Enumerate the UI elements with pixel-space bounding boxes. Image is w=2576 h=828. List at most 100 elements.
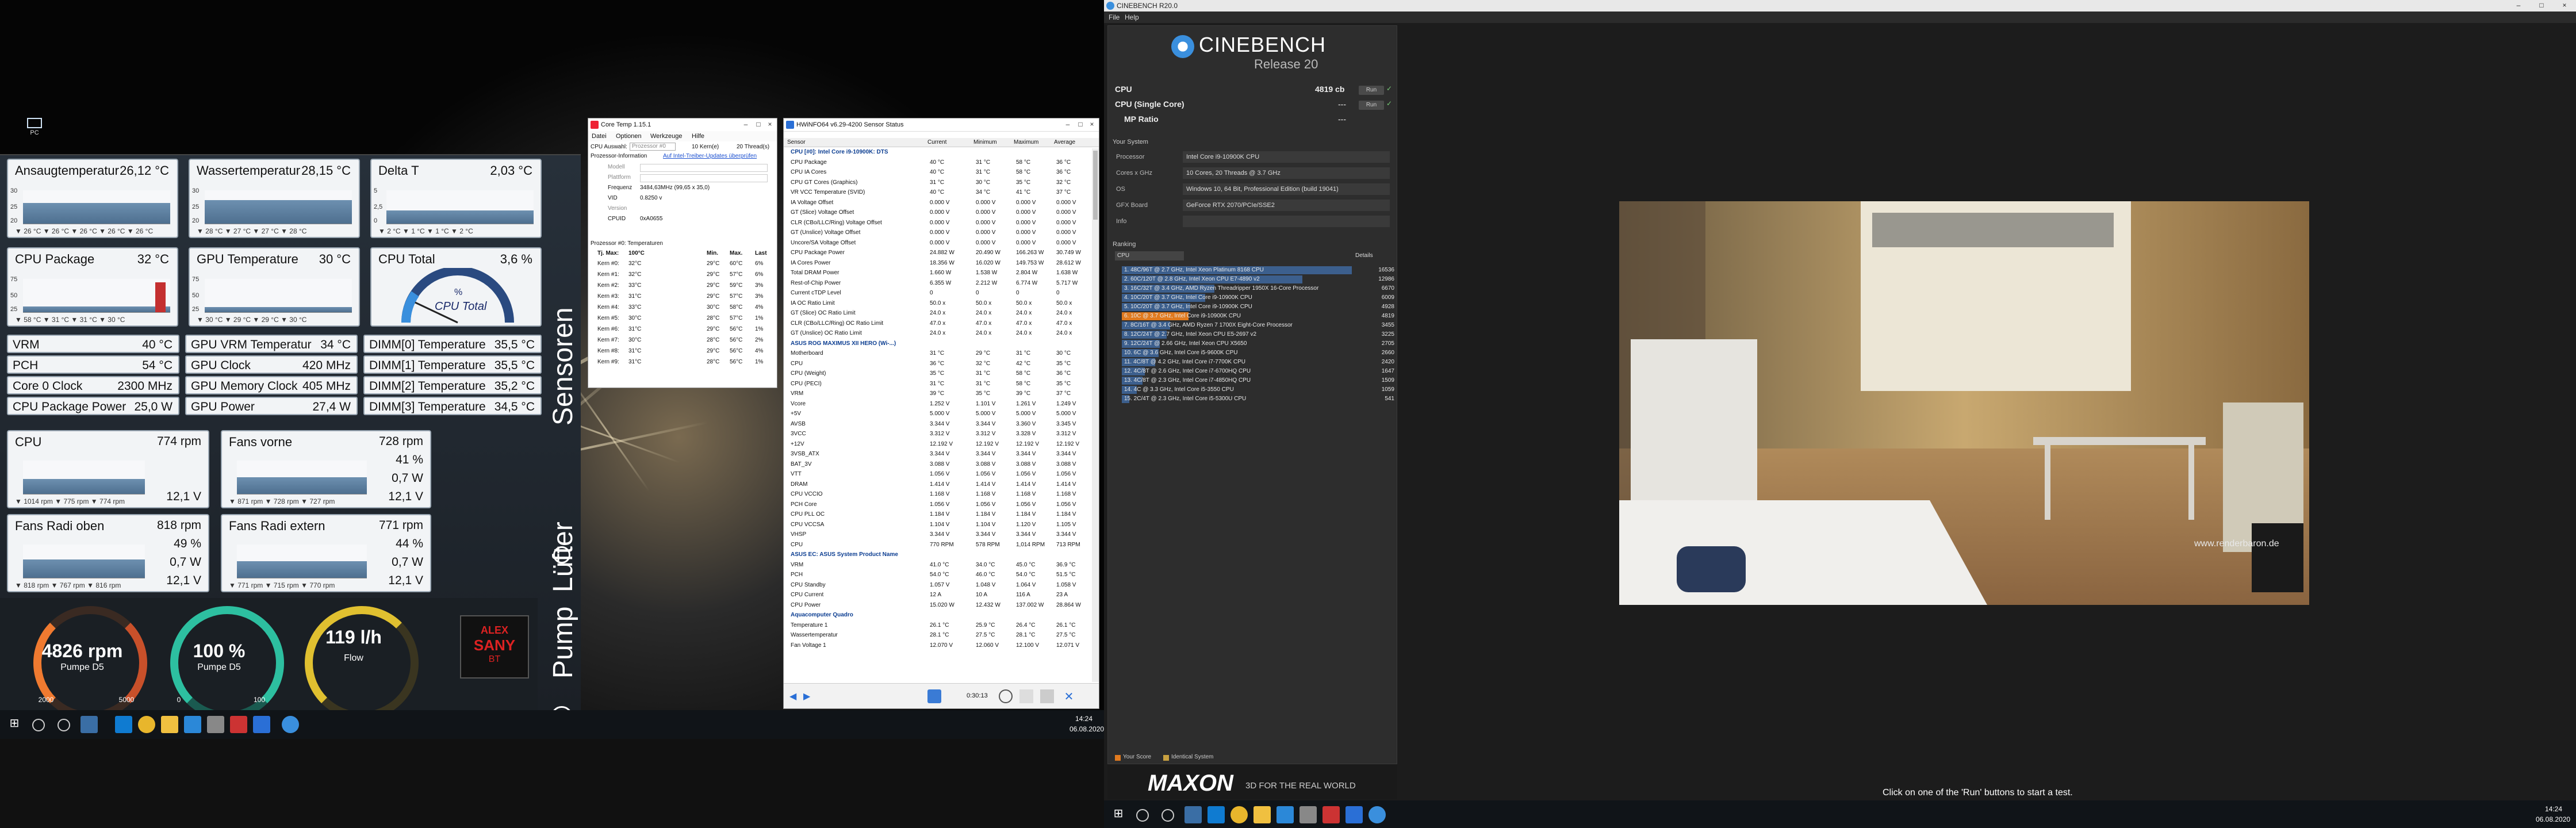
task-view-icon[interactable] (80, 716, 98, 733)
sensor-row[interactable]: CPU GT Cores (Graphics) 31 °C 30 °C 35 °C 32… (786, 179, 1092, 187)
sensor-row[interactable]: IA Voltage Offset 0.000 V 0.000 V 0.000 V 0.… (786, 199, 1092, 208)
ranking-row[interactable]: 5. 10C/20T @ 3.7 GHz, Intel Core i9-1090… (1122, 303, 1398, 311)
sensor-row[interactable]: CPU Power 15.020 W 12.432 W 137.002 W 28.864… (786, 601, 1092, 610)
task-view-icon[interactable] (1184, 806, 1202, 823)
maximize-button[interactable]: □ (753, 120, 764, 128)
ranking-row[interactable]: 2. 60C/120T @ 2.8 GHz, Intel Xeon CPU E7… (1122, 275, 1398, 283)
column-header[interactable]: Minimum (973, 139, 997, 145)
edge-icon[interactable] (1208, 806, 1225, 823)
column-header[interactable]: Maximum (1014, 139, 1038, 145)
ranking-row[interactable]: 10. 6C @ 3.6 GHz, Intel Core i5-9600K CP… (1122, 349, 1398, 357)
sensor-row[interactable]: Vcore 1.252 V 1.101 V 1.261 V 1.249 V (786, 400, 1092, 409)
close-button[interactable]: × (764, 120, 776, 128)
sensor-row[interactable]: CLR (CBo/LLC/Ring) OC Ratio Limit 47.0 x 4… (786, 320, 1092, 328)
edge-icon[interactable] (115, 716, 132, 733)
maximize-button[interactable]: □ (1075, 120, 1086, 128)
sensor-row[interactable]: GT (Slice) Voltage Offset 0.000 V 0.000 V 0… (786, 209, 1092, 217)
sensor-row[interactable]: CPU PLL OC 1.184 V 1.184 V 1.184 V 1.184 V (786, 511, 1092, 519)
ranking-row[interactable]: 12. 4C/8T @ 2.6 GHz, Intel Core i7-6700H… (1122, 367, 1398, 375)
sensor-row[interactable]: VR VCC Temperature (SVID) 40 °C 34 °C 41 °C… (786, 189, 1092, 197)
sensor-row[interactable]: 3VCC 3.312 V 3.312 V 3.328 V 3.312 V (786, 430, 1092, 439)
search-icon[interactable] (1136, 809, 1149, 822)
sensor-row[interactable]: CPU Current 12 A 10 A 116 A 23 A (786, 591, 1092, 600)
sensor-row[interactable]: BAT_3V 3.088 V 3.088 V 3.088 V 3.088 V (786, 461, 1092, 469)
info-field[interactable] (1183, 216, 1390, 227)
hwinfo-titlebar[interactable]: HWiNFO64 v6.29-4200 Sensor Status – □ × (784, 118, 1099, 132)
sensor-row[interactable]: CPU Package 40 °C 31 °C 58 °C 36 °C (786, 159, 1092, 167)
menu-werkzeuge[interactable]: Werkzeuge (650, 133, 682, 140)
taskbar-time[interactable]: 14:24 (2545, 805, 2562, 813)
ranking-row[interactable]: 6. 10C @ 3.7 GHz, Intel Core i9-10900K C… (1122, 312, 1398, 320)
report-icon[interactable] (1019, 689, 1033, 703)
sensor-row[interactable]: GT (Unslice) OC Ratio Limit 24.0 x 24.0 x 2… (786, 329, 1092, 338)
taskbar-time[interactable]: 14:24 (1075, 715, 1092, 723)
hwinfo-taskbar-icon[interactable] (253, 716, 270, 733)
sensor-row[interactable]: 3VSB_ATX 3.344 V 3.344 V 3.344 V 3.344 V (786, 450, 1092, 459)
menu-help[interactable]: Help (1125, 13, 1139, 21)
sensor-row[interactable]: IA Cores Power 18.356 W 16.020 W 149.753 W 2… (786, 259, 1092, 268)
cinebench-titlebar[interactable]: CINEBENCH R20.0 – □ × (1104, 0, 2576, 12)
sensor-row[interactable]: Total DRAM Power 1.660 W 1.538 W 2.804 W 1.6… (786, 269, 1092, 278)
ranking-row[interactable]: 11. 4C/8T @ 4.2 GHz, Intel Core i7-7700K… (1122, 358, 1398, 366)
ranking-row[interactable]: 15. 2C/4T @ 2.3 GHz, Intel Core i5-5300U… (1122, 395, 1398, 403)
ranking-row[interactable]: 13. 4C/8T @ 2.3 GHz, Intel Core i7-4850H… (1122, 377, 1398, 385)
sensor-row[interactable]: +12V 12.192 V 12.192 V 12.192 V 12.192 V (786, 440, 1092, 449)
chrome-icon[interactable] (138, 716, 155, 733)
cortana-icon[interactable] (57, 719, 70, 731)
windows-start-icon[interactable]: ⊞ (6, 716, 23, 733)
ranking-row[interactable]: 14. 4C @ 3.3 GHz, Intel Core i5-3550 CPU… (1122, 386, 1398, 394)
update-link[interactable]: Auf Intel-Treiber-Updates überprüfen (663, 153, 757, 159)
network-icon[interactable] (927, 689, 941, 703)
sensor-row[interactable]: PCH 54.0 °C 46.0 °C 54.0 °C 51.5 °C (786, 571, 1092, 580)
ranking-row[interactable]: 4. 10C/20T @ 3.7 GHz, Intel Core i9-1090… (1122, 294, 1398, 302)
details-toggle[interactable]: Details (1355, 252, 1373, 259)
nav-left-icon[interactable]: ◀ (789, 691, 801, 702)
search-icon[interactable] (32, 719, 45, 731)
ranking-row[interactable]: 8. 12C/24T @ 2.7 GHz, Intel Xeon CPU E5-… (1122, 331, 1398, 339)
windows-start-icon[interactable]: ⊞ (1110, 806, 1127, 823)
cinebench-taskbar-icon[interactable] (282, 716, 299, 733)
sensor-row[interactable]: CLR (CBo/LLC/Ring) Voltage Offset 0.000 V… (786, 219, 1092, 228)
sensor-row[interactable]: CPU (PECI) 31 °C 31 °C 58 °C 35 °C (786, 380, 1092, 389)
cinebench-taskbar-icon[interactable] (1368, 806, 1386, 823)
chrome-icon[interactable] (1230, 806, 1248, 823)
sensor-row[interactable]: CPU Package Power 24.882 W 20.490 W 166.263… (786, 249, 1092, 258)
settings-icon[interactable] (1040, 689, 1054, 703)
cpu-single-run-button[interactable]: Run (1359, 101, 1384, 110)
coretemp-titlebar[interactable]: Core Temp 1.15.1 – □ × (588, 118, 777, 132)
sensor-row[interactable]: CPU VCCIO 1.168 V 1.168 V 1.168 V 1.168 V (786, 490, 1092, 499)
sensor-row[interactable]: Fan Voltage 1 12.070 V 12.060 V 12.100 V 12.… (786, 642, 1092, 650)
column-header[interactable]: Current (927, 139, 946, 145)
sensor-group[interactable]: ASUS ROG MAXIMUS XII HERO (Wi-...) (786, 340, 1092, 348)
hwinfo-scrollbar[interactable] (1092, 148, 1099, 682)
sensor-row[interactable]: CPU Standby 1.057 V 1.048 V 1.064 V 1.058 V (786, 581, 1092, 590)
sensor-row[interactable]: VTT 1.056 V 1.056 V 1.056 V 1.056 V (786, 470, 1092, 479)
mail-icon[interactable] (184, 716, 201, 733)
sensor-row[interactable]: CPU VCCSA 1.104 V 1.104 V 1.120 V 1.105 V (786, 521, 1092, 530)
cortana-icon[interactable] (1162, 809, 1174, 822)
sensor-row[interactable]: CPU IA Cores 40 °C 31 °C 58 °C 36 °C (786, 168, 1092, 177)
menu-optionen[interactable]: Optionen (616, 133, 642, 140)
sensor-row[interactable]: Rest-of-Chip Power 6.355 W 2.212 W 6.774 W 5… (786, 279, 1092, 288)
sensor-row[interactable]: PCH Core 1.056 V 1.056 V 1.056 V 1.056 V (786, 501, 1092, 509)
hwinfo-taskbar-icon[interactable] (1346, 806, 1363, 823)
sensor-row[interactable]: GT (Slice) OC Ratio Limit 24.0 x 24.0 x 24.… (786, 309, 1092, 318)
sensor-row[interactable]: Uncore/SA Voltage Offset 0.000 V 0.000 V 0.… (786, 239, 1092, 248)
file-explorer-icon[interactable] (161, 716, 178, 733)
sensor-row[interactable]: Temperature 1 26.1 °C 25.9 °C 26.4 °C 26.1 °… (786, 622, 1092, 630)
ranking-row[interactable]: 9. 12C/24T @ 2.66 GHz, Intel Xeon CPU X5… (1122, 340, 1398, 348)
sensor-row[interactable]: CPU (Weight) 35 °C 31 °C 58 °C 36 °C (786, 370, 1092, 378)
sensor-row[interactable]: VRM 41.0 °C 34.0 °C 45.0 °C 36.9 °C (786, 561, 1092, 570)
close-x-icon[interactable]: ✕ (1062, 689, 1076, 703)
sensor-row[interactable]: VHSP 3.344 V 3.344 V 3.344 V 3.344 V (786, 531, 1092, 539)
coretemp-taskbar-icon[interactable] (230, 716, 247, 733)
app-icon[interactable] (207, 716, 224, 733)
column-header[interactable]: Average (1054, 139, 1075, 145)
sensor-row[interactable]: Current cTDP Level 0 0 0 0 (786, 289, 1092, 298)
app-icon[interactable] (1300, 806, 1317, 823)
taskbar-date[interactable]: 06.08.2020 (2536, 815, 2570, 823)
clock-icon[interactable] (999, 689, 1013, 703)
minimize-button[interactable]: – (740, 120, 752, 128)
column-header[interactable]: Sensor (787, 139, 806, 145)
cpu-select-dropdown[interactable]: Prozessor #0 (630, 143, 676, 151)
